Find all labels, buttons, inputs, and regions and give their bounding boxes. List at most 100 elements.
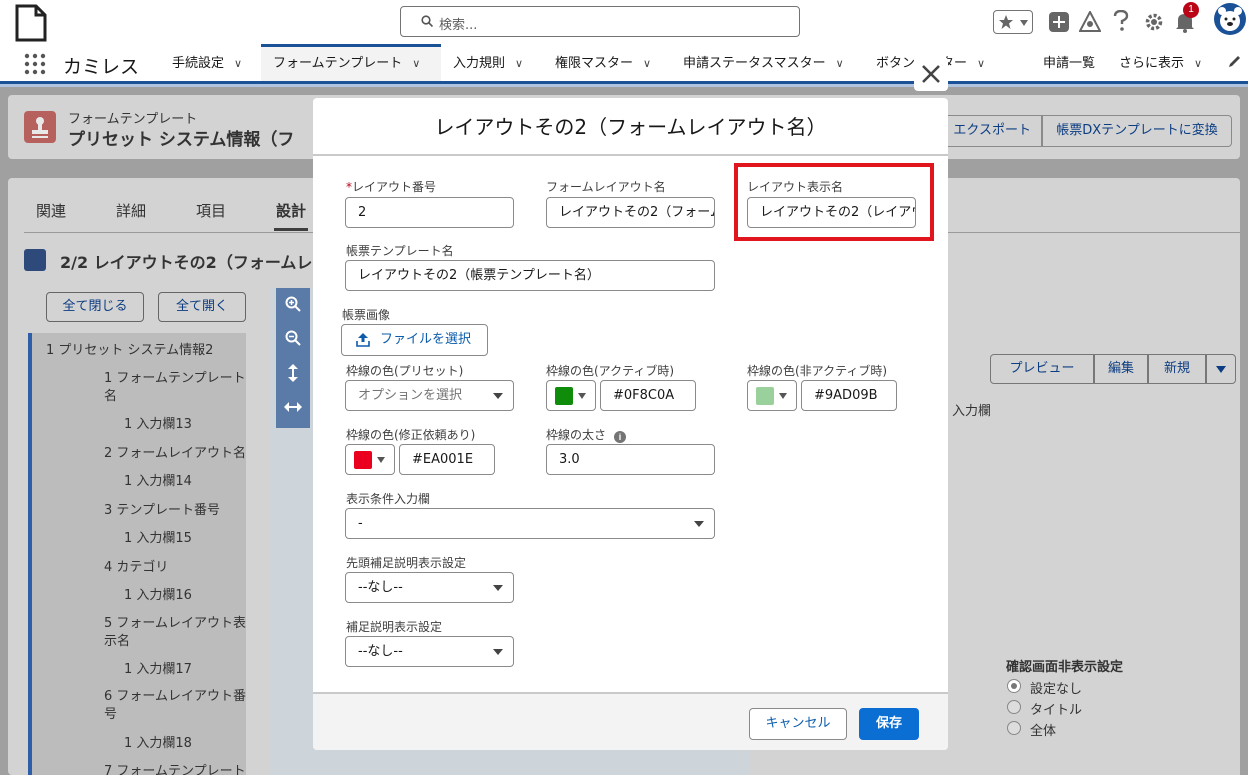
tree-item[interactable]: 示名 xyxy=(104,630,130,649)
layout-edit-modal: レイアウトその2（フォームレイアウト名） *レイアウト番号 2 フォームレイアウ… xyxy=(313,98,948,750)
radio-label: 設定なし xyxy=(1030,682,1083,697)
nav-item-application-list[interactable]: 申請一覧 xyxy=(1043,44,1095,81)
layout-number-input[interactable]: 2 xyxy=(345,197,514,228)
radio-label: タイトル xyxy=(1030,703,1083,718)
chevron-down-icon[interactable]: ∨ xyxy=(412,47,420,81)
tab-design[interactable]: 設計 xyxy=(273,200,309,231)
color-swatch xyxy=(756,387,774,405)
edit-button[interactable]: 編集 xyxy=(1094,354,1148,384)
form-image-label: 帳票画像 xyxy=(342,308,391,322)
more-actions-button[interactable] xyxy=(1206,354,1236,384)
convert-template-button[interactable]: 帳票DXテンプレートに変換 xyxy=(1042,115,1232,147)
radio-none[interactable] xyxy=(1007,679,1021,693)
fit-height-icon[interactable] xyxy=(288,364,298,382)
info-icon[interactable]: i xyxy=(614,431,627,443)
chevron-down-icon[interactable]: ∨ xyxy=(515,44,523,84)
tab-details[interactable]: 詳細 xyxy=(116,200,146,221)
zoom-in-icon[interactable] xyxy=(285,296,301,312)
tree-item[interactable]: 1 入力欄13 xyxy=(124,413,192,432)
radio-all[interactable] xyxy=(1007,721,1021,735)
tab-fields[interactable]: 項目 xyxy=(196,200,226,221)
tree-item[interactable]: 6 フォームレイアウト番 xyxy=(104,685,246,704)
tree-item[interactable]: 1 フォームテンプレート xyxy=(104,367,246,386)
tree-item[interactable]: 5 フォームレイアウト表 xyxy=(104,612,246,631)
modal-footer: キャンセル 保存 xyxy=(313,692,948,750)
color-swatch xyxy=(555,387,573,405)
tree-item[interactable]: 7 フォームテンプレート xyxy=(104,760,246,775)
tree-item[interactable]: 名 xyxy=(104,385,117,404)
tree-item[interactable]: 1 入力欄18 xyxy=(124,732,192,751)
tree-item[interactable]: 4 カテゴリ xyxy=(104,556,168,575)
gear-icon[interactable] xyxy=(1144,12,1164,32)
preview-button[interactable]: プレビュー xyxy=(990,354,1094,384)
chevron-down-icon[interactable]: ∨ xyxy=(1194,44,1202,84)
tree-item[interactable]: 2 フォームレイアウト名 xyxy=(104,442,246,461)
radio-label: 全体 xyxy=(1030,724,1057,739)
layout-display-name-input[interactable]: レイアウトその2（レイアウト表示名） xyxy=(747,197,916,228)
form-layout-name-input[interactable]: レイアウトその2（フォームレイアウト名） xyxy=(546,197,715,228)
note-display-select[interactable]: --なし-- xyxy=(345,636,514,667)
trailhead-icon[interactable] xyxy=(1079,11,1101,33)
help-icon[interactable] xyxy=(1113,10,1129,32)
head-note-select[interactable]: --なし-- xyxy=(345,572,514,603)
tree-item[interactable]: 号 xyxy=(104,703,117,722)
border-fix-label: 枠線の色(修正依頼あり) xyxy=(346,428,476,442)
tree-item[interactable]: 1 入力欄17 xyxy=(124,658,192,677)
chevron-down-icon[interactable]: ∨ xyxy=(977,44,985,84)
chevron-down-icon xyxy=(493,585,503,591)
radio-title[interactable] xyxy=(1007,700,1021,714)
border-active-label: 枠線の色(アクティブ時) xyxy=(546,364,675,378)
tree-item[interactable]: 3 テンプレート番号 xyxy=(104,499,220,518)
form-template-name-input[interactable]: レイアウトその2（帳票テンプレート名） xyxy=(345,260,715,291)
avatar[interactable] xyxy=(1213,2,1247,36)
display-condition-label: 表示条件入力欄 xyxy=(346,492,431,506)
border-inactive-color-picker[interactable] xyxy=(747,380,797,411)
form-template-name-label: 帳票テンプレート名 xyxy=(346,244,454,258)
fit-width-icon[interactable] xyxy=(284,402,302,412)
export-button[interactable]: エクスポート xyxy=(942,115,1042,147)
file-select-button[interactable]: ファイルを選択 xyxy=(341,324,489,356)
close-icon xyxy=(922,65,940,83)
border-fix-hex-input[interactable]: #EA001E xyxy=(399,444,495,475)
confirm-hide-title: 確認画面非表示設定 xyxy=(1006,660,1124,675)
border-inactive-hex-input[interactable]: #9AD09B xyxy=(801,380,897,411)
tree-item[interactable]: 1 入力欄15 xyxy=(124,527,192,546)
nav-item-input-rules[interactable]: 入力規則 ∨ xyxy=(453,44,523,81)
app-logo-icon xyxy=(15,4,47,42)
border-fix-color-picker[interactable] xyxy=(345,444,395,475)
border-active-color-picker[interactable] xyxy=(546,380,596,411)
chevron-down-icon xyxy=(578,393,586,399)
tree-item[interactable]: 1 入力欄16 xyxy=(124,584,192,603)
modal-title: レイアウトその2（フォームレイアウト名） xyxy=(313,98,948,156)
nav-item-status-master[interactable]: 申請ステータスマスター ∨ xyxy=(683,44,844,81)
nav-item-form-template[interactable]: フォームテンプレート ∨ xyxy=(261,44,441,81)
display-condition-select[interactable]: - xyxy=(345,508,715,539)
chevron-down-icon[interactable]: ∨ xyxy=(836,44,844,84)
edit-nav-icon[interactable] xyxy=(1228,54,1242,68)
save-button[interactable]: 保存 xyxy=(859,708,919,740)
new-button[interactable]: 新規 xyxy=(1148,354,1206,384)
border-width-input[interactable]: 3.0 xyxy=(546,444,715,475)
head-note-label: 先頭補足説明表示設定 xyxy=(346,556,467,570)
border-active-hex-input[interactable]: #0F8C0A xyxy=(600,380,696,411)
nav-item-more[interactable]: さらに表示 ∨ xyxy=(1119,44,1202,81)
tab-related[interactable]: 関連 xyxy=(36,200,66,221)
expand-all-button[interactable]: 全て開く xyxy=(158,292,246,322)
notification-badge: 1 xyxy=(1183,2,1199,18)
tree-item[interactable]: 1 入力欄14 xyxy=(124,470,192,489)
nav-item-permission-master[interactable]: 権限マスター ∨ xyxy=(555,44,651,81)
global-search-input[interactable]: 検索... xyxy=(400,6,800,37)
tree-item[interactable]: 1 プリセット システム情報2 xyxy=(46,339,213,358)
search-placeholder: 検索... xyxy=(439,18,478,33)
favorites-button[interactable] xyxy=(993,10,1033,34)
global-add-icon[interactable] xyxy=(1049,12,1069,32)
chevron-down-icon[interactable]: ∨ xyxy=(234,44,242,84)
collapse-all-button[interactable]: 全て閉じる xyxy=(46,292,144,322)
nav-item-procedure-settings[interactable]: 手続設定 ∨ xyxy=(172,44,242,81)
border-preset-select[interactable]: オプションを選択 xyxy=(345,380,514,411)
modal-close-button[interactable] xyxy=(914,57,948,91)
cancel-button[interactable]: キャンセル xyxy=(749,708,847,740)
app-launcher-icon[interactable] xyxy=(24,53,46,75)
zoom-out-icon[interactable] xyxy=(285,330,301,346)
chevron-down-icon[interactable]: ∨ xyxy=(643,44,651,84)
